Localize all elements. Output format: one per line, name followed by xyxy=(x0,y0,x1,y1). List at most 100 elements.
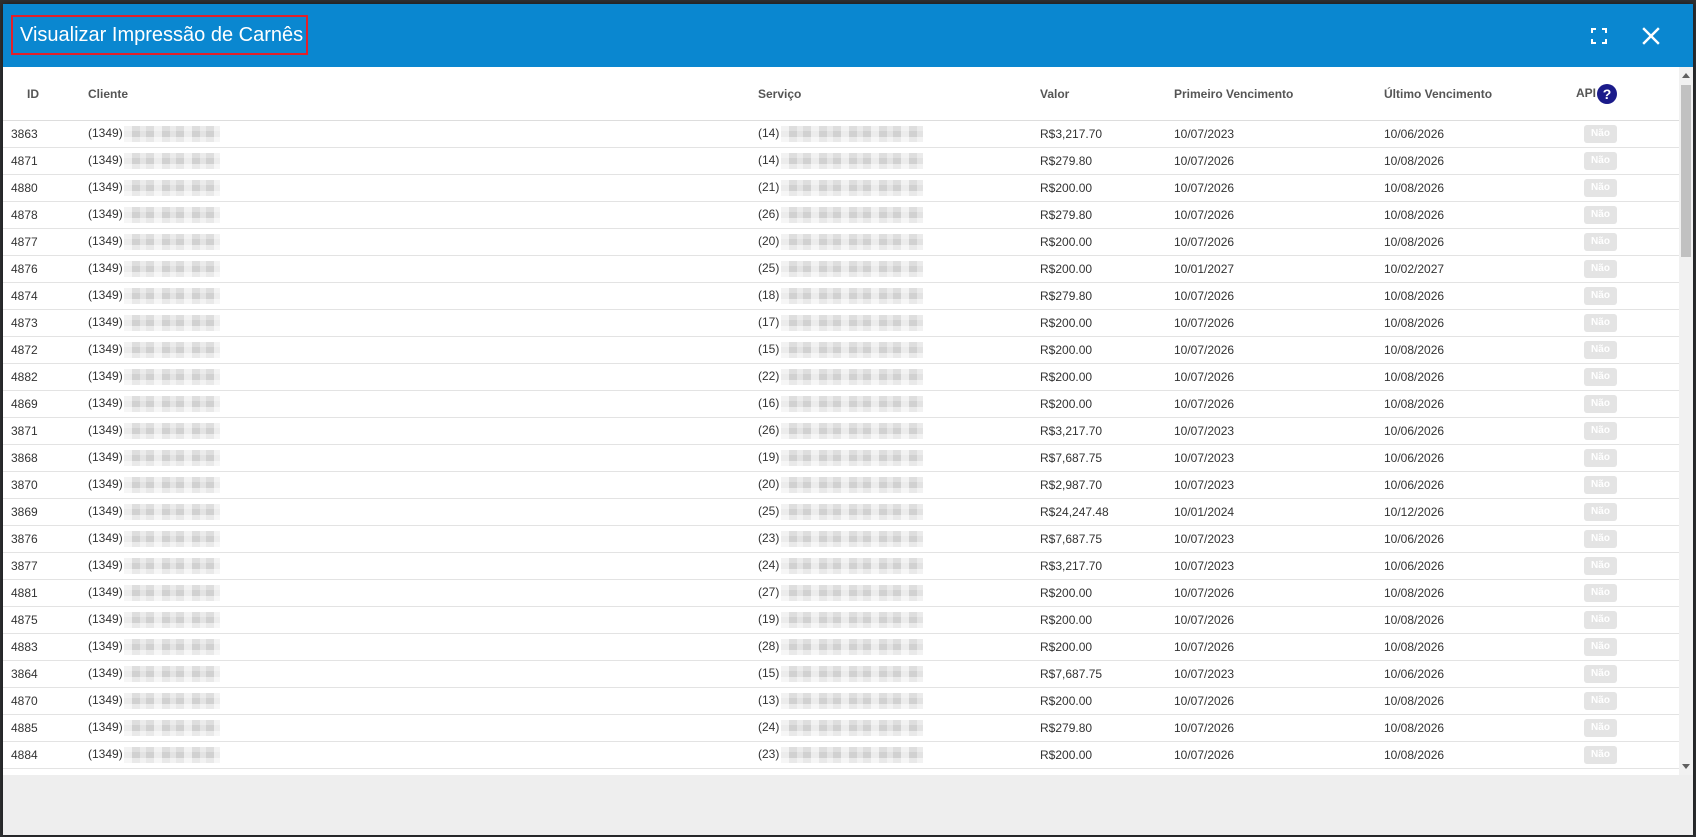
redacted-cliente-name xyxy=(123,261,220,277)
table-row[interactable]: 4874 (1349) (18) R$279.80 10/07/2026 10/08/20… xyxy=(3,282,1679,310)
redacted-cliente-name xyxy=(123,693,220,709)
table-row[interactable]: 4884 (1349) (23) R$200.00 10/07/2026 10/08/20… xyxy=(3,741,1679,769)
table-row[interactable]: 4876 (1349) (25) R$200.00 10/01/2027 10/02/20… xyxy=(3,255,1679,283)
cell-servico: (18) xyxy=(758,282,1040,310)
cell-ultimo-vencimento: 10/02/2027 xyxy=(1384,255,1576,283)
table-row[interactable]: 3871 (1349) (26) R$3,217.70 10/07/2023 10/06/… xyxy=(3,417,1679,445)
scroll-down-arrow-icon[interactable] xyxy=(1682,764,1690,769)
api-status-badge: Não xyxy=(1584,719,1617,737)
cell-api: Não xyxy=(1576,336,1679,364)
redacted-servico-name xyxy=(781,261,924,277)
table-row[interactable]: 4878 (1349) (26) R$279.80 10/07/2026 10/08/20… xyxy=(3,201,1679,229)
table-scrollbar[interactable] xyxy=(1679,67,1693,775)
cliente-code: (1349) xyxy=(88,396,123,411)
cell-valor: R$200.00 xyxy=(1040,174,1174,202)
cell-servico: (16) xyxy=(758,390,1040,418)
servico-code: (19) xyxy=(758,450,780,465)
table-row[interactable]: 3869 (1349) (25) R$24,247.48 10/01/2024 10/12… xyxy=(3,498,1679,526)
cell-ultimo-vencimento: 10/08/2026 xyxy=(1384,228,1576,256)
column-header-valor[interactable]: Valor xyxy=(1040,67,1174,121)
cell-cliente: (1349) xyxy=(88,687,758,715)
servico-code: (16) xyxy=(758,396,780,411)
column-header-api-label: API xyxy=(1576,85,1597,100)
redacted-servico-name xyxy=(781,639,924,655)
question-circle-icon[interactable]: ? xyxy=(1597,83,1618,104)
table-row[interactable]: 4872 (1349) (15) R$200.00 10/07/2026 10/08/20… xyxy=(3,336,1679,364)
cell-ultimo-vencimento: 10/08/2026 xyxy=(1384,309,1576,337)
column-header-api[interactable]: API? xyxy=(1576,67,1679,121)
table-row[interactable]: 4885 (1349) (24) R$279.80 10/07/2026 10/08/20… xyxy=(3,714,1679,742)
scroll-up-arrow-icon[interactable] xyxy=(1682,73,1690,78)
table-row[interactable]: 4882 (1349) (22) R$200.00 10/07/2026 10/08/20… xyxy=(3,363,1679,391)
api-status-badge: Não xyxy=(1584,395,1617,413)
redacted-servico-name xyxy=(781,126,924,142)
servico-code: (25) xyxy=(758,261,780,276)
cell-cliente: (1349) xyxy=(88,228,758,256)
redacted-cliente-name xyxy=(123,180,220,196)
cell-cliente: (1349) xyxy=(88,201,758,229)
cell-valor: R$200.00 xyxy=(1040,363,1174,391)
table-row[interactable]: 4877 (1349) (20) R$200.00 10/07/2026 10/08/20… xyxy=(3,228,1679,256)
cell-primeiro-vencimento: 10/07/2023 xyxy=(1174,120,1384,148)
redacted-cliente-name xyxy=(123,720,220,736)
api-status-badge: Não xyxy=(1584,341,1617,359)
cliente-code: (1349) xyxy=(88,180,123,195)
cell-ultimo-vencimento: 10/08/2026 xyxy=(1384,741,1576,769)
column-header-id[interactable]: ID xyxy=(3,67,88,121)
scrollbar-thumb[interactable] xyxy=(1681,85,1691,257)
cell-id: 3870 xyxy=(3,471,88,499)
table-row[interactable]: 3876 (1349) (23) R$7,687.75 10/07/2023 10/06/… xyxy=(3,525,1679,553)
cell-servico: (19) xyxy=(758,606,1040,634)
redacted-servico-name xyxy=(781,666,924,682)
cell-cliente: (1349) xyxy=(88,579,758,607)
cell-primeiro-vencimento: 10/07/2026 xyxy=(1174,201,1384,229)
table-row[interactable]: 4873 (1349) (17) R$200.00 10/07/2026 10/08/20… xyxy=(3,309,1679,337)
table-row[interactable]: 4871 (1349) (14) R$279.80 10/07/2026 10/08/20… xyxy=(3,147,1679,175)
cliente-code: (1349) xyxy=(88,585,123,600)
carnes-table: ID Cliente Serviço Valor Primeiro Vencim… xyxy=(3,67,1679,769)
carnes-preview-modal: Visualizar Impressão de Carnês ID Client… xyxy=(3,4,1693,835)
table-row[interactable]: 3863 (1349) (14) R$3,217.70 10/07/2023 10/06/… xyxy=(3,120,1679,148)
cell-valor: R$279.80 xyxy=(1040,147,1174,175)
column-header-cliente[interactable]: Cliente xyxy=(88,67,758,121)
table-row[interactable]: 3877 (1349) (24) R$3,217.70 10/07/2023 10/06/… xyxy=(3,552,1679,580)
cell-api: Não xyxy=(1576,687,1679,715)
servico-code: (27) xyxy=(758,585,780,600)
cell-cliente: (1349) xyxy=(88,606,758,634)
cell-ultimo-vencimento: 10/08/2026 xyxy=(1384,174,1576,202)
column-header-primeiro-vencimento[interactable]: Primeiro Vencimento xyxy=(1174,67,1384,121)
table-row[interactable]: 4880 (1349) (21) R$200.00 10/07/2026 10/08/20… xyxy=(3,174,1679,202)
servico-code: (22) xyxy=(758,369,780,384)
cell-primeiro-vencimento: 10/07/2026 xyxy=(1174,579,1384,607)
cell-valor: R$200.00 xyxy=(1040,741,1174,769)
table-row[interactable]: 3870 (1349) (20) R$2,987.70 10/07/2023 10/06/… xyxy=(3,471,1679,499)
table-row[interactable]: 3868 (1349) (19) R$7,687.75 10/07/2023 10/06/… xyxy=(3,444,1679,472)
table-row[interactable]: 4881 (1349) (27) R$200.00 10/07/2026 10/08/20… xyxy=(3,579,1679,607)
cell-ultimo-vencimento: 10/12/2026 xyxy=(1384,498,1576,526)
fullscreen-button[interactable] xyxy=(1583,20,1615,52)
cell-valor: R$200.00 xyxy=(1040,255,1174,283)
cell-api: Não xyxy=(1576,255,1679,283)
api-status-badge: Não xyxy=(1584,152,1617,170)
cell-id: 3871 xyxy=(3,417,88,445)
cell-valor: R$200.00 xyxy=(1040,309,1174,337)
cell-id: 4876 xyxy=(3,255,88,283)
cell-id: 3869 xyxy=(3,498,88,526)
api-status-badge: Não xyxy=(1584,611,1617,629)
servico-code: (15) xyxy=(758,666,780,681)
table-row[interactable]: 4875 (1349) (19) R$200.00 10/07/2026 10/08/20… xyxy=(3,606,1679,634)
table-row[interactable]: 4870 (1349) (13) R$200.00 10/07/2026 10/08/20… xyxy=(3,687,1679,715)
close-button[interactable] xyxy=(1635,20,1667,52)
table-row[interactable]: 3864 (1349) (15) R$7,687.75 10/07/2023 10/06/… xyxy=(3,660,1679,688)
table-row[interactable]: 4883 (1349) (28) R$200.00 10/07/2026 10/08/20… xyxy=(3,633,1679,661)
cell-primeiro-vencimento: 10/07/2026 xyxy=(1174,174,1384,202)
column-header-servico[interactable]: Serviço xyxy=(758,67,1040,121)
column-header-ultimo-vencimento[interactable]: Último Vencimento xyxy=(1384,67,1576,121)
cell-id: 4878 xyxy=(3,201,88,229)
cell-ultimo-vencimento: 10/08/2026 xyxy=(1384,390,1576,418)
cell-cliente: (1349) xyxy=(88,282,758,310)
table-row[interactable]: 4869 (1349) (16) R$200.00 10/07/2026 10/08/20… xyxy=(3,390,1679,418)
cell-cliente: (1349) xyxy=(88,336,758,364)
cell-ultimo-vencimento: 10/06/2026 xyxy=(1384,525,1576,553)
api-status-badge: Não xyxy=(1584,557,1617,575)
